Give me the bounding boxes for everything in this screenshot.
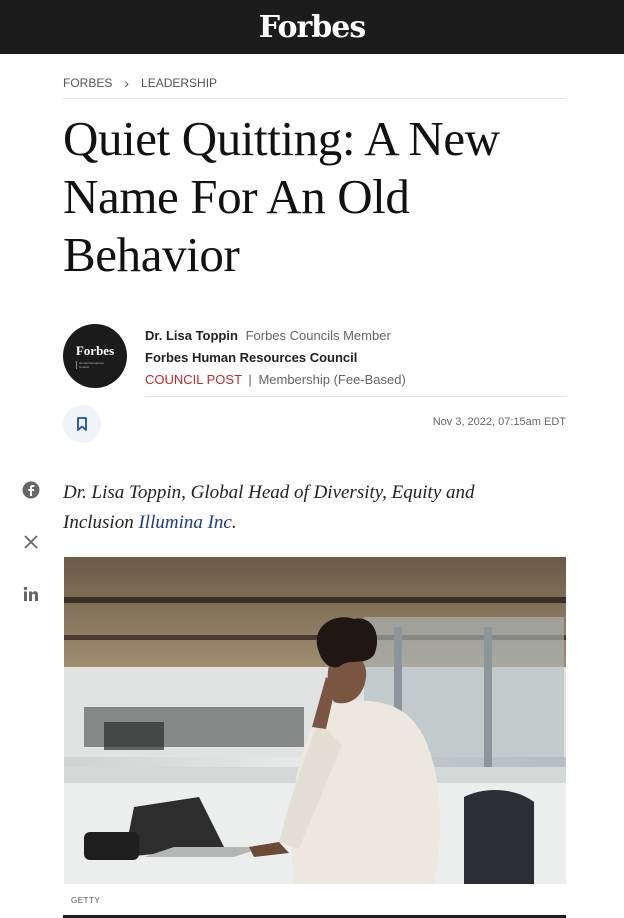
publish-date: Nov 3, 2022, 07:15am EDT <box>432 416 566 428</box>
company-link[interactable]: Illumina Inc <box>138 512 231 533</box>
share-facebook-button[interactable] <box>21 480 41 500</box>
author-intro-end: . <box>231 512 237 533</box>
article-hero-image <box>64 557 566 884</box>
chevron-right-icon: › <box>124 75 130 91</box>
top-nav-bar: Forbes <box>0 0 624 54</box>
breadcrumb-item-forbes[interactable]: FORBES <box>63 76 112 90</box>
forbes-logo[interactable]: Forbes <box>259 10 366 45</box>
avatar-logo: Forbes <box>75 343 115 358</box>
bookmark-button[interactable] <box>63 405 101 443</box>
byline-divider <box>145 396 566 397</box>
bookmark-icon <box>77 417 87 431</box>
author-role: Forbes Councils Member <box>245 328 391 343</box>
linkedin-icon <box>23 586 38 601</box>
separator: | <box>248 372 252 387</box>
share-x-button[interactable] <box>21 532 41 552</box>
author-block: Dr. Lisa Toppin Forbes Councils Member F… <box>145 325 406 391</box>
author-intro: Dr. Lisa Toppin, Global Head of Diversit… <box>63 478 533 538</box>
council-name[interactable]: Forbes Human Resources Council <box>145 350 357 365</box>
facebook-icon <box>22 481 40 499</box>
council-post-label[interactable]: COUNCIL POST <box>145 372 242 387</box>
x-icon <box>24 535 38 549</box>
avatar-sub: Human Resources Council <box>76 361 114 369</box>
share-linkedin-button[interactable] <box>21 584 41 604</box>
article-title: Quiet Quitting: A New Name For An Old Be… <box>63 111 500 282</box>
breadcrumb: FORBES › LEADERSHIP <box>63 75 566 99</box>
council-avatar[interactable]: Forbes Human Resources Council <box>63 324 127 388</box>
membership-label: Membership (Fee-Based) <box>258 372 406 387</box>
breadcrumb-item-leadership[interactable]: LEADERSHIP <box>141 76 217 90</box>
author-name[interactable]: Dr. Lisa Toppin <box>145 328 238 343</box>
author-intro-text: Dr. Lisa Toppin, Global Head of Diversit… <box>63 482 475 533</box>
image-credit: GETTY <box>71 896 101 905</box>
